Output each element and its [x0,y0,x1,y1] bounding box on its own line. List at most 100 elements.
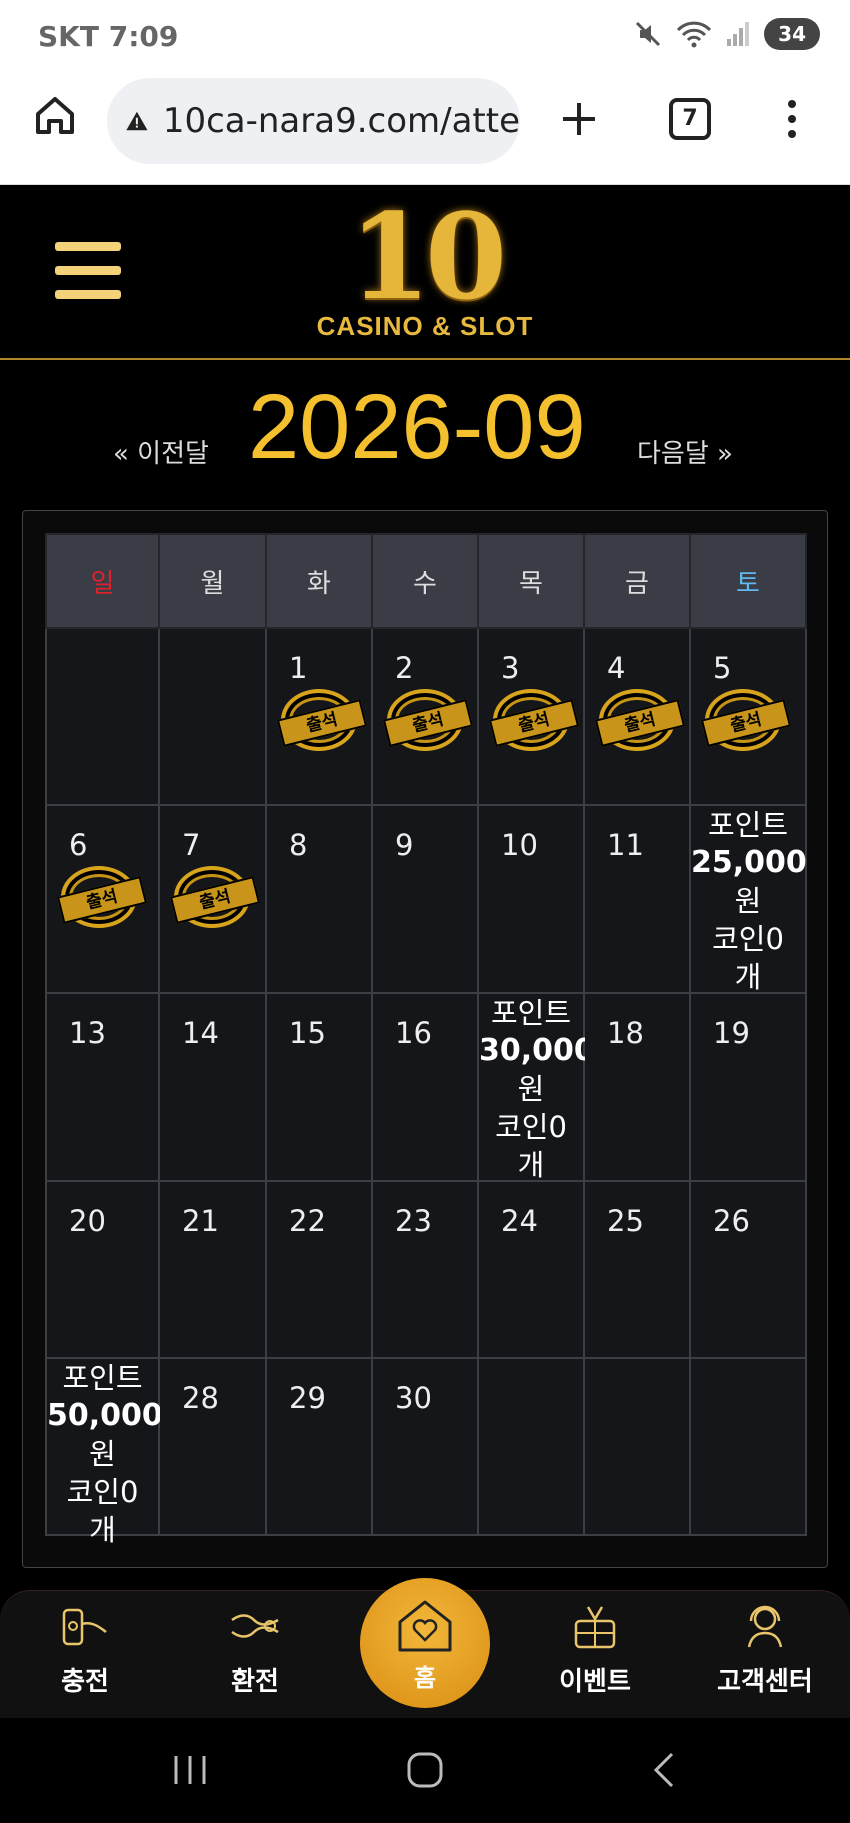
reward-coin: 코인0 [712,922,784,956]
nav-deposit-label: 충전 [61,1667,109,1697]
day-cell[interactable]: 10 [477,804,585,994]
status-icons: 34 [634,18,820,50]
menu-icon[interactable] [55,242,121,299]
nav-withdraw[interactable]: 환전 [185,1591,325,1698]
day-cell[interactable]: 8 [265,804,373,994]
nav-home-button[interactable]: 홈 [360,1578,490,1708]
calendar-week: 13 14 15 16 포인트 30,000 원 코인0 개 18 19 [45,992,807,1184]
weekday-mon: 월 [158,533,267,629]
nav-deposit[interactable]: 충전 [15,1591,155,1698]
day-cell[interactable]: 22 [265,1180,373,1359]
day-cell[interactable]: 4 출석 [583,627,691,806]
day-number: 8 [289,828,308,862]
day-cell[interactable]: 1 출석 [265,627,373,806]
day-number: 24 [501,1204,538,1238]
day-cell[interactable]: 20 [45,1180,160,1359]
day-cell[interactable]: 23 [371,1180,479,1359]
wifi-icon [677,21,712,48]
day-cell[interactable]: 9 [371,804,479,994]
weekday-sun: 일 [45,533,160,629]
gift-icon [574,1606,616,1649]
home-heart-icon [398,1600,452,1652]
day-cell[interactable]: 3 출석 [477,627,585,806]
day-cell[interactable]: 18 [583,992,691,1182]
system-home-icon[interactable] [405,1750,445,1790]
day-cell-reward[interactable]: 포인트 50,000 원 코인0 개 [45,1357,163,1547]
day-cell-reward[interactable]: 포인트 30,000 원 코인0 개 [477,992,595,1184]
tab-switcher-button[interactable]: 7 [669,98,711,140]
day-cell[interactable]: 29 [265,1357,373,1536]
day-number: 14 [182,1016,219,1050]
day-number: 13 [69,1016,106,1050]
status-bar: SKT 7:09 34 [0,0,850,70]
day-cell[interactable]: 15 [265,992,373,1182]
reward-coin: 코인0 [495,1110,567,1144]
reward-amount: 25,000 [691,845,807,880]
attendance-stamp: 출석 [382,689,474,751]
tab-count: 7 [682,106,698,131]
stamp-label: 출석 [700,699,792,747]
recent-apps-icon[interactable] [170,1750,210,1790]
nav-event[interactable]: 이벤트 [525,1591,665,1698]
day-cell[interactable]: 6 출석 [45,804,160,994]
day-cell[interactable]: 25 [583,1180,691,1359]
day-cell[interactable]: 11 [583,804,691,994]
day-cell[interactable]: 16 [371,992,479,1182]
day-number: 19 [713,1016,750,1050]
day-cell-empty [45,627,160,806]
attendance-stamp: 출석 [594,689,686,751]
address-bar[interactable]: 10ca-nara9.com/atte [107,78,520,164]
stamp-label: 출석 [169,876,261,924]
logo-number: 10 [348,187,507,326]
stamp-label: 출석 [488,699,580,747]
reward-info: 포인트 25,000 원 코인0 개 [691,806,807,996]
day-cell[interactable]: 5 출석 [689,627,807,806]
warning-icon[interactable] [125,105,149,137]
day-cell[interactable]: 21 [158,1180,267,1359]
day-cell[interactable]: 14 [158,992,267,1182]
reward-coin: 코인0 [66,1475,139,1509]
battery-indicator: 34 [764,18,820,50]
day-number: 5 [713,651,732,685]
home-icon[interactable] [34,94,76,136]
day-cell[interactable]: 13 [45,992,160,1182]
reward-coin-unit: 개 [89,1513,116,1547]
new-tab-icon[interactable] [560,100,598,138]
reward-unit: 원 [89,1437,116,1471]
day-cell[interactable]: 7 출석 [158,804,267,994]
day-number: 2 [395,651,414,685]
nav-home-label: 홈 [413,1664,437,1692]
day-cell[interactable]: 30 [371,1357,479,1536]
day-cell[interactable]: 24 [477,1180,585,1359]
reward-info: 포인트 30,000 원 코인0 개 [479,994,595,1184]
day-cell[interactable]: 26 [689,1180,807,1359]
day-cell-reward[interactable]: 포인트 25,000 원 코인0 개 [689,804,807,996]
day-number: 21 [182,1204,219,1238]
day-number: 23 [395,1204,432,1238]
prev-month-link[interactable]: « 이전달 [113,433,209,470]
browser-toolbar: 10ca-nara9.com/atte 7 [0,70,850,185]
url-text: 10ca-nara9.com/atte [162,101,520,141]
month-title: 2026-09 [248,376,586,478]
attendance-stamp: 출석 [700,689,792,751]
day-number: 9 [395,828,414,862]
attendance-stamp: 출석 [169,866,261,928]
day-cell-empty [689,1357,807,1536]
reward-unit: 원 [517,1072,545,1106]
calendar-week: 1 출석 2 출석 3 출석 4 출석 5 출석 [45,627,807,806]
nav-support[interactable]: 고객센터 [695,1591,835,1698]
site-logo[interactable]: 10 CASINO & SLOT [310,197,540,347]
more-menu-icon[interactable] [786,98,798,140]
day-cell[interactable]: 2 출석 [371,627,479,806]
day-number: 28 [182,1381,219,1415]
exchange-icon [231,1614,279,1638]
day-number: 22 [289,1204,326,1238]
day-number: 30 [395,1381,432,1415]
back-icon[interactable] [650,1750,680,1790]
day-cell[interactable]: 19 [689,992,807,1182]
day-cell[interactable]: 28 [158,1357,267,1536]
weekday-thu: 목 [477,533,585,629]
calendar-week: 6 출석 7 출석 8 9 10 11 포인트 25,000 원 코인0 개 [45,804,807,996]
next-month-link[interactable]: 다음달 » [637,433,733,470]
day-number: 15 [289,1016,326,1050]
